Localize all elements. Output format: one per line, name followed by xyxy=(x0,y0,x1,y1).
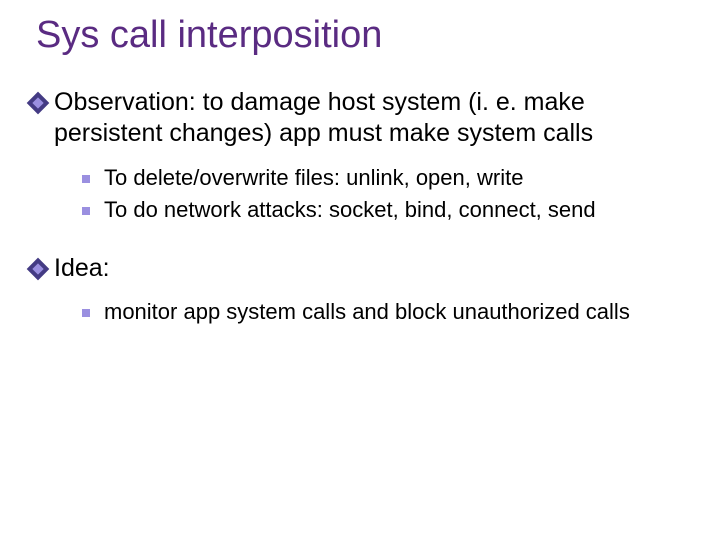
bullet-level2: To delete/overwrite files: unlink, open,… xyxy=(82,164,700,193)
bullet-text: Idea: xyxy=(54,253,700,284)
slide-title: Sys call interposition xyxy=(36,14,700,57)
diamond-icon xyxy=(30,95,46,111)
bullet-level1: Idea: xyxy=(30,253,700,284)
sub-bullet-text: To delete/overwrite files: unlink, open,… xyxy=(104,164,700,193)
bullet-level1: Observation: to damage host system (i. e… xyxy=(30,87,700,150)
bullet-level2: To do network attacks: socket, bind, con… xyxy=(82,196,700,225)
square-icon xyxy=(82,207,90,215)
sub-bullet-text: monitor app system calls and block unaut… xyxy=(104,298,700,327)
sub-bullet-text: To do network attacks: socket, bind, con… xyxy=(104,196,700,225)
bullet-text: Observation: to damage host system (i. e… xyxy=(54,87,700,150)
diamond-icon xyxy=(30,261,46,277)
slide: Sys call interposition Observation: to d… xyxy=(0,0,720,375)
bullet-level2: monitor app system calls and block unaut… xyxy=(82,298,700,327)
sub-bullet-group: monitor app system calls and block unaut… xyxy=(82,298,700,327)
square-icon xyxy=(82,309,90,317)
square-icon xyxy=(82,175,90,183)
sub-bullet-group: To delete/overwrite files: unlink, open,… xyxy=(82,164,700,225)
